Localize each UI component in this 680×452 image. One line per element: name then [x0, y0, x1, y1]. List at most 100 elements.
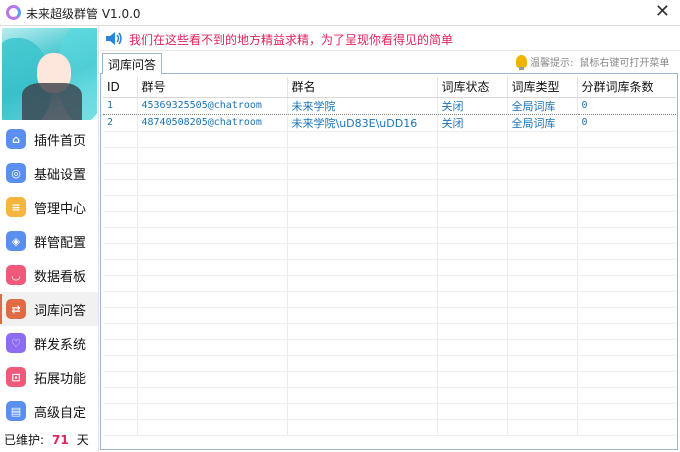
cell-group-name: 未来学院\uD83E\uDD16 — [287, 114, 438, 132]
empty-cell — [507, 323, 578, 340]
empty-cell — [137, 371, 288, 388]
column-header-type[interactable]: 词库类型 — [507, 77, 578, 98]
column-header-id[interactable]: ID — [103, 77, 138, 98]
empty-cell — [437, 211, 508, 228]
empty-cell — [577, 131, 676, 148]
empty-row — [103, 195, 676, 212]
sidebar-item-label: 拓展功能 — [34, 371, 87, 387]
empty-cell — [137, 163, 288, 180]
empty-cell — [437, 307, 508, 324]
empty-cell — [507, 227, 578, 244]
empty-row — [103, 243, 676, 260]
empty-cell — [137, 227, 288, 244]
empty-cell — [437, 323, 508, 340]
sidebar-item-2[interactable]: ≡ 管理中心 — [0, 190, 98, 224]
empty-cell — [287, 291, 438, 308]
title-bar: 未来超级群管 V1.0.0 ✕ — [0, 0, 680, 26]
empty-cell — [577, 291, 676, 308]
empty-cell — [437, 147, 508, 164]
column-header-status[interactable]: 词库状态 — [437, 77, 508, 98]
maintained-label: 已维护: — [4, 433, 45, 447]
sidebar-item-1[interactable]: ◎ 基础设置 — [0, 156, 98, 190]
table-row[interactable]: 1 45369325505@chatroom 未来学院 关闭 全局词库 0 — [103, 96, 676, 115]
empty-cell — [577, 355, 676, 372]
sidebar-item-4[interactable]: ◡ 数据看板 — [0, 258, 98, 292]
cell-group-id: 45369325505@chatroom — [137, 96, 288, 115]
empty-cell — [437, 291, 508, 308]
empty-cell — [437, 163, 508, 180]
empty-cell — [507, 131, 578, 148]
empty-cell — [137, 275, 288, 292]
sidebar-item-6[interactable]: ♡ 群发系统 — [0, 326, 98, 360]
empty-cell — [103, 243, 138, 260]
empty-cell — [103, 211, 138, 228]
empty-cell — [437, 131, 508, 148]
sidebar-item-5[interactable]: ⇄ 词库问答 — [0, 292, 98, 326]
empty-cell — [577, 307, 676, 324]
sidebar-item-label: 插件首页 — [34, 133, 87, 149]
cell-id: 2 — [103, 114, 138, 132]
table-header-row: ID 群号 群名 词库状态 词库类型 分群词库条数 — [103, 77, 676, 98]
avatar — [2, 28, 97, 120]
empty-cell — [437, 387, 508, 404]
close-button[interactable]: ✕ — [655, 3, 670, 21]
empty-cell — [437, 419, 508, 436]
empty-cell — [287, 211, 438, 228]
sidebar-item-7[interactable]: ⊡ 拓展功能 — [0, 360, 98, 394]
empty-row — [103, 291, 676, 308]
empty-cell — [103, 339, 138, 356]
cell-type: 全局词库 — [507, 114, 578, 132]
empty-cell — [507, 259, 578, 276]
sidebar-item-label: 群发系统 — [34, 337, 87, 353]
empty-cell — [507, 355, 578, 372]
empty-cell — [507, 419, 578, 436]
cell-status: 关闭 — [437, 114, 508, 132]
tab-qa-library[interactable]: 词库问答 — [102, 53, 162, 74]
column-header-count[interactable]: 分群词库条数 — [577, 77, 676, 98]
window-title: 未来超级群管 V1.0.0 — [26, 7, 141, 21]
empty-cell — [577, 163, 676, 180]
empty-cell — [437, 275, 508, 292]
empty-row — [103, 323, 676, 340]
empty-cell — [103, 291, 138, 308]
empty-row — [103, 147, 676, 164]
empty-cell — [577, 243, 676, 260]
empty-cell — [103, 147, 138, 164]
empty-cell — [287, 147, 438, 164]
empty-cell — [103, 195, 138, 212]
sidebar-item-8[interactable]: ▤ 高级自定 — [0, 394, 98, 428]
empty-cell — [577, 403, 676, 420]
empty-cell — [137, 419, 288, 436]
sidebar-item-3[interactable]: ◈ 群管配置 — [0, 224, 98, 258]
sidebar-item-0[interactable]: ⌂ 插件首页 — [0, 122, 98, 156]
empty-cell — [137, 179, 288, 196]
empty-cell — [287, 227, 438, 244]
chat-icon: ⇄ — [6, 299, 26, 319]
maintained-unit: 天 — [76, 433, 89, 447]
empty-cell — [103, 419, 138, 436]
maintained-days: 已维护: 71 天 — [4, 431, 89, 448]
empty-cell — [103, 403, 138, 420]
sidebar: ⌂ 插件首页 ◎ 基础设置 ≡ 管理中心 ◈ 群管配置 ◡ 数据看板 ⇄ 词库问答 ♡ 群发系统 ⊡ 拓展功能… — [0, 26, 99, 452]
empty-cell — [437, 195, 508, 212]
column-header-group-id[interactable]: 群号 — [137, 77, 288, 98]
empty-cell — [577, 387, 676, 404]
column-header-group-name[interactable]: 群名 — [287, 77, 438, 98]
empty-cell — [437, 355, 508, 372]
empty-cell — [103, 323, 138, 340]
empty-cell — [137, 211, 288, 228]
empty-cell — [287, 419, 438, 436]
data-grid[interactable]: ID 群号 群名 词库状态 词库类型 分群词库条数 1 45369325505@c… — [103, 77, 676, 449]
empty-cell — [103, 259, 138, 276]
empty-cell — [287, 355, 438, 372]
notice-text: 我们在这些看不到的地方精益求精，为了呈现你看得见的简单 — [129, 33, 454, 47]
empty-cell — [103, 275, 138, 292]
cell-group-name: 未来学院 — [287, 96, 438, 115]
table-row[interactable]: 2 48740508205@chatroom 未来学院\uD83E\uDD16 关闭全… — [103, 114, 676, 132]
empty-row — [103, 275, 676, 292]
empty-row — [103, 211, 676, 228]
empty-cell — [437, 179, 508, 196]
empty-cell — [507, 387, 578, 404]
empty-row — [103, 259, 676, 276]
empty-cell — [507, 211, 578, 228]
